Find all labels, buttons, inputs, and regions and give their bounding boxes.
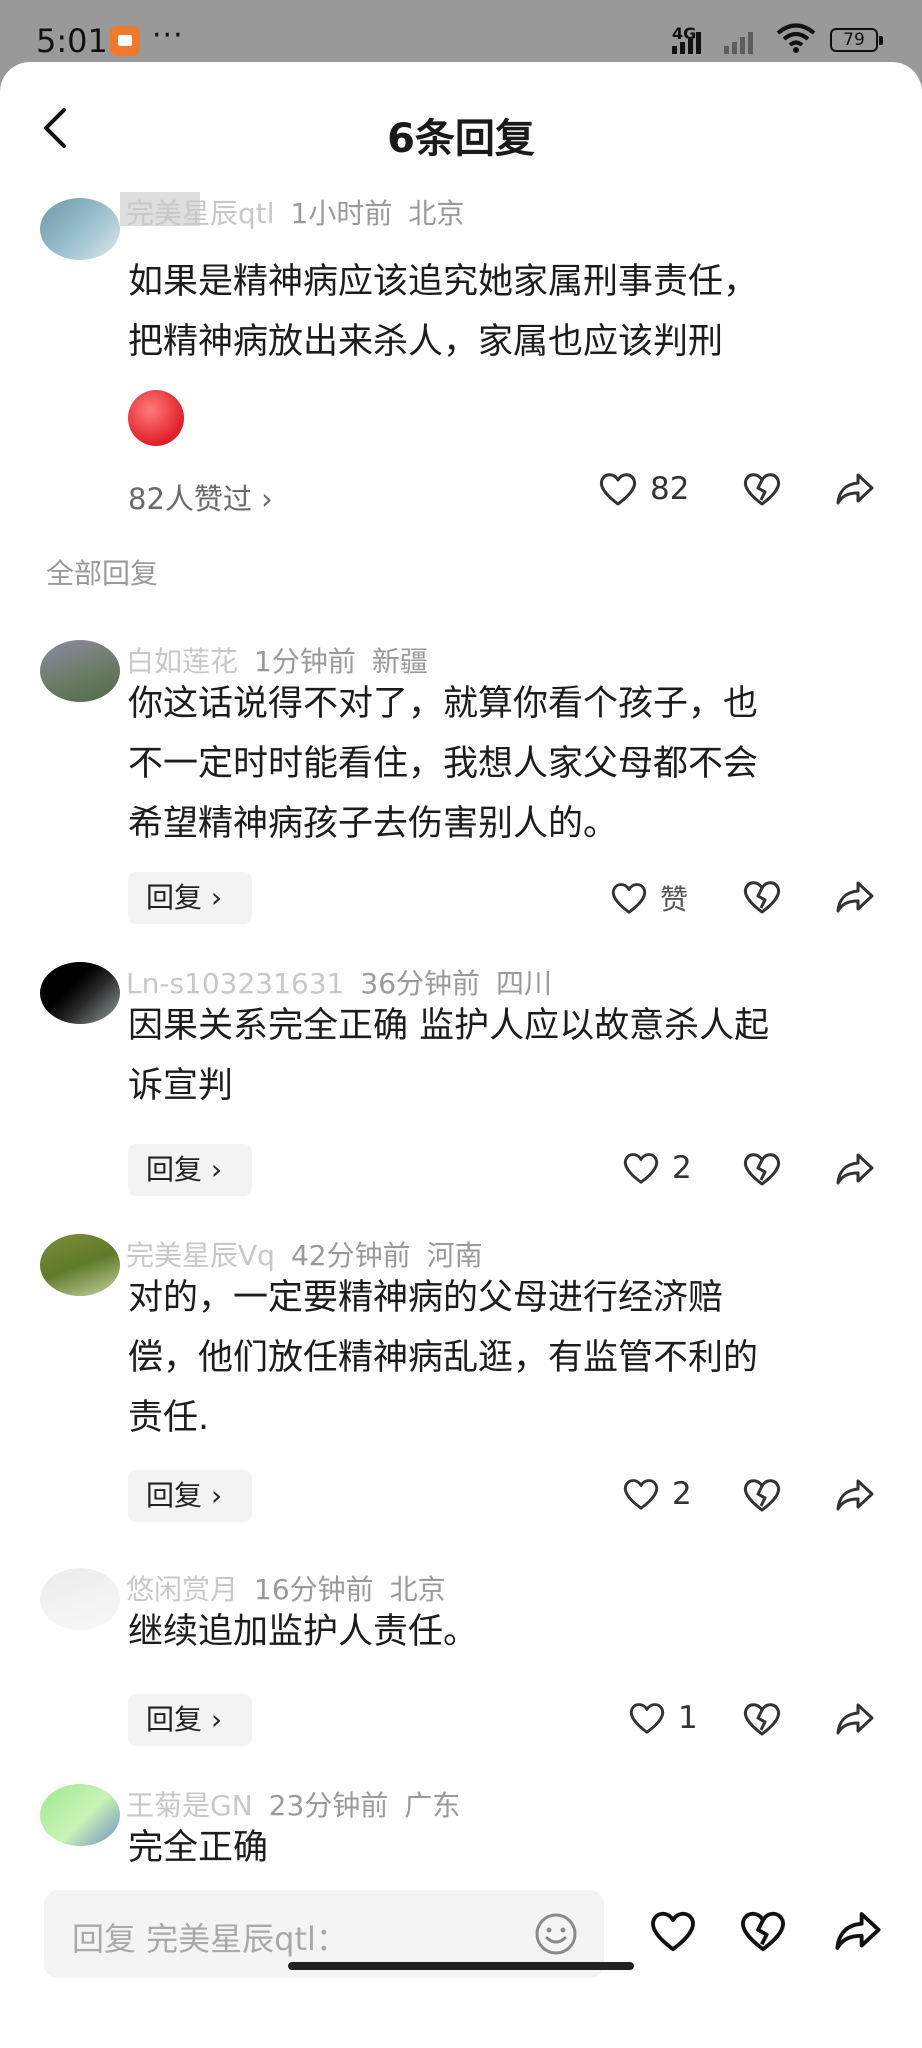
share-arrow-icon — [836, 1153, 874, 1185]
like-label: 赞 — [660, 883, 689, 916]
reply-button[interactable]: 回复 › — [128, 872, 252, 924]
like-button[interactable]: 82 — [598, 470, 689, 508]
avatar[interactable] — [40, 1784, 120, 1846]
share-arrow-icon — [836, 1703, 874, 1735]
location: 北京 — [408, 197, 465, 230]
all-replies-label: 全部回复 — [46, 557, 159, 590]
dislike-button[interactable] — [742, 1476, 782, 1514]
share-arrow-icon — [836, 881, 874, 913]
like-button[interactable]: 2 — [622, 1150, 692, 1186]
like-button[interactable]: 2 — [622, 1476, 692, 1512]
battery-level: 79 — [843, 30, 865, 50]
text-line: 把精神病放出来杀人，家属也应该判刑 — [128, 322, 724, 362]
like-post-heart-icon[interactable] — [648, 1908, 698, 1954]
app-notification-icon — [110, 26, 140, 56]
heart-icon — [623, 1479, 659, 1510]
heart-icon — [599, 473, 637, 506]
status-time: 5:01 — [36, 22, 108, 60]
comment-text: 继续追加监护人责任。 — [128, 1602, 898, 1662]
reply-button[interactable]: 回复 › — [128, 1144, 252, 1196]
share-button[interactable] — [834, 1150, 876, 1188]
reply-input-placeholder: 回复 完美星辰qtl： — [72, 1920, 348, 1958]
text-line: 如果是精神病应该追究她家属刑事责任， — [128, 262, 759, 302]
broken-heart-icon[interactable] — [738, 1908, 788, 1954]
page-title: 6条回复 — [387, 116, 535, 162]
broken-heart-icon — [743, 881, 781, 914]
share-arrow-icon — [836, 1479, 874, 1511]
signal-icon — [672, 30, 701, 54]
signal-2-icon — [724, 30, 753, 54]
share-button[interactable] — [834, 470, 876, 508]
text-line: 责任. — [128, 1398, 210, 1438]
text-line: 不一定时时能看住，我想人家父母都不会 — [128, 744, 759, 784]
share-button[interactable] — [834, 878, 876, 916]
avatar[interactable] — [40, 1234, 120, 1296]
avatar[interactable] — [40, 198, 120, 260]
like-count: 1 — [678, 1700, 698, 1736]
broken-heart-icon — [743, 1703, 781, 1736]
like-button[interactable]: 1 — [628, 1700, 698, 1736]
wifi-icon — [776, 23, 816, 53]
timestamp: 1小时前 — [290, 197, 393, 230]
like-count: 2 — [672, 1150, 692, 1186]
home-indicator[interactable] — [288, 1962, 634, 1970]
dislike-button[interactable] — [742, 470, 782, 508]
share-button[interactable] — [834, 1700, 876, 1738]
share-arrow-icon[interactable] — [832, 1908, 884, 1954]
reply-button[interactable]: 回复 › — [128, 1694, 252, 1746]
text-line: 对的，一定要精神病的父母进行经济赔 — [128, 1278, 724, 1318]
replies-sheet: 6条回复 完美星辰qtl 1小时前 北京 如果是精神病应该追究她家属刑事责任， 把精… — [0, 62, 922, 2048]
username[interactable]: 完美星辰qtl — [126, 197, 275, 230]
more-notifications-dots: ··· — [152, 18, 184, 53]
broken-heart-icon — [743, 1153, 781, 1186]
heart-icon — [611, 883, 647, 914]
comment-text: 如果是精神病应该追究她家属刑事责任， 把精神病放出来杀人，家属也应该判刑 — [128, 252, 898, 372]
heart-icon — [629, 1703, 665, 1734]
dislike-button[interactable] — [742, 1150, 782, 1188]
dislike-button[interactable] — [742, 878, 782, 916]
like-count: 2 — [672, 1476, 692, 1512]
avatar[interactable] — [40, 640, 120, 702]
like-count: 82 — [650, 471, 690, 507]
broken-heart-icon — [743, 473, 781, 506]
avatar[interactable] — [40, 1568, 120, 1630]
text-line: 继续追加监护人责任。 — [128, 1612, 479, 1652]
likes-summary[interactable]: 82人赞过 › — [128, 476, 273, 518]
text-line: 因果关系完全正确 监护人应以故意杀人起 — [128, 1006, 770, 1046]
text-line: 你这话说得不对了，就算你看个孩子，也 — [128, 684, 759, 724]
text-line: 偿，他们放任精神病乱逛，有监管不利的 — [128, 1338, 759, 1378]
comment-text: 完全正确 — [128, 1818, 898, 1878]
like-button[interactable]: 赞 — [610, 878, 688, 918]
share-button[interactable] — [834, 1476, 876, 1514]
comment-text: 因果关系完全正确 监护人应以故意杀人起 诉宣判 — [128, 996, 898, 1116]
reply-bar: 回复 完美星辰qtl： — [0, 1880, 922, 2000]
broken-heart-icon — [743, 1479, 781, 1512]
reply-button[interactable]: 回复 › — [128, 1470, 252, 1522]
angry-emoji — [128, 390, 184, 446]
text-line: 诉宣判 — [128, 1066, 234, 1106]
dislike-button[interactable] — [742, 1700, 782, 1738]
sheet-header: 6条回复 — [0, 62, 922, 190]
heart-icon — [623, 1153, 659, 1184]
comment-meta: 完美星辰qtl 1小时前 北京 — [126, 192, 464, 232]
comment-text: 你这话说得不对了，就算你看个孩子，也 不一定时时能看住，我想人家父母都不会 希望… — [128, 674, 898, 854]
smiley-icon[interactable] — [534, 1912, 578, 1956]
comment-text: 对的，一定要精神病的父母进行经济赔 偿，他们放任精神病乱逛，有监管不利的 责任. — [128, 1268, 898, 1448]
text-line: 希望精神病孩子去伤害别人的。 — [128, 804, 619, 844]
text-line: 完全正确 — [128, 1828, 269, 1868]
battery-icon: 79 — [830, 28, 883, 52]
share-arrow-icon — [836, 473, 874, 505]
avatar[interactable] — [40, 962, 120, 1024]
